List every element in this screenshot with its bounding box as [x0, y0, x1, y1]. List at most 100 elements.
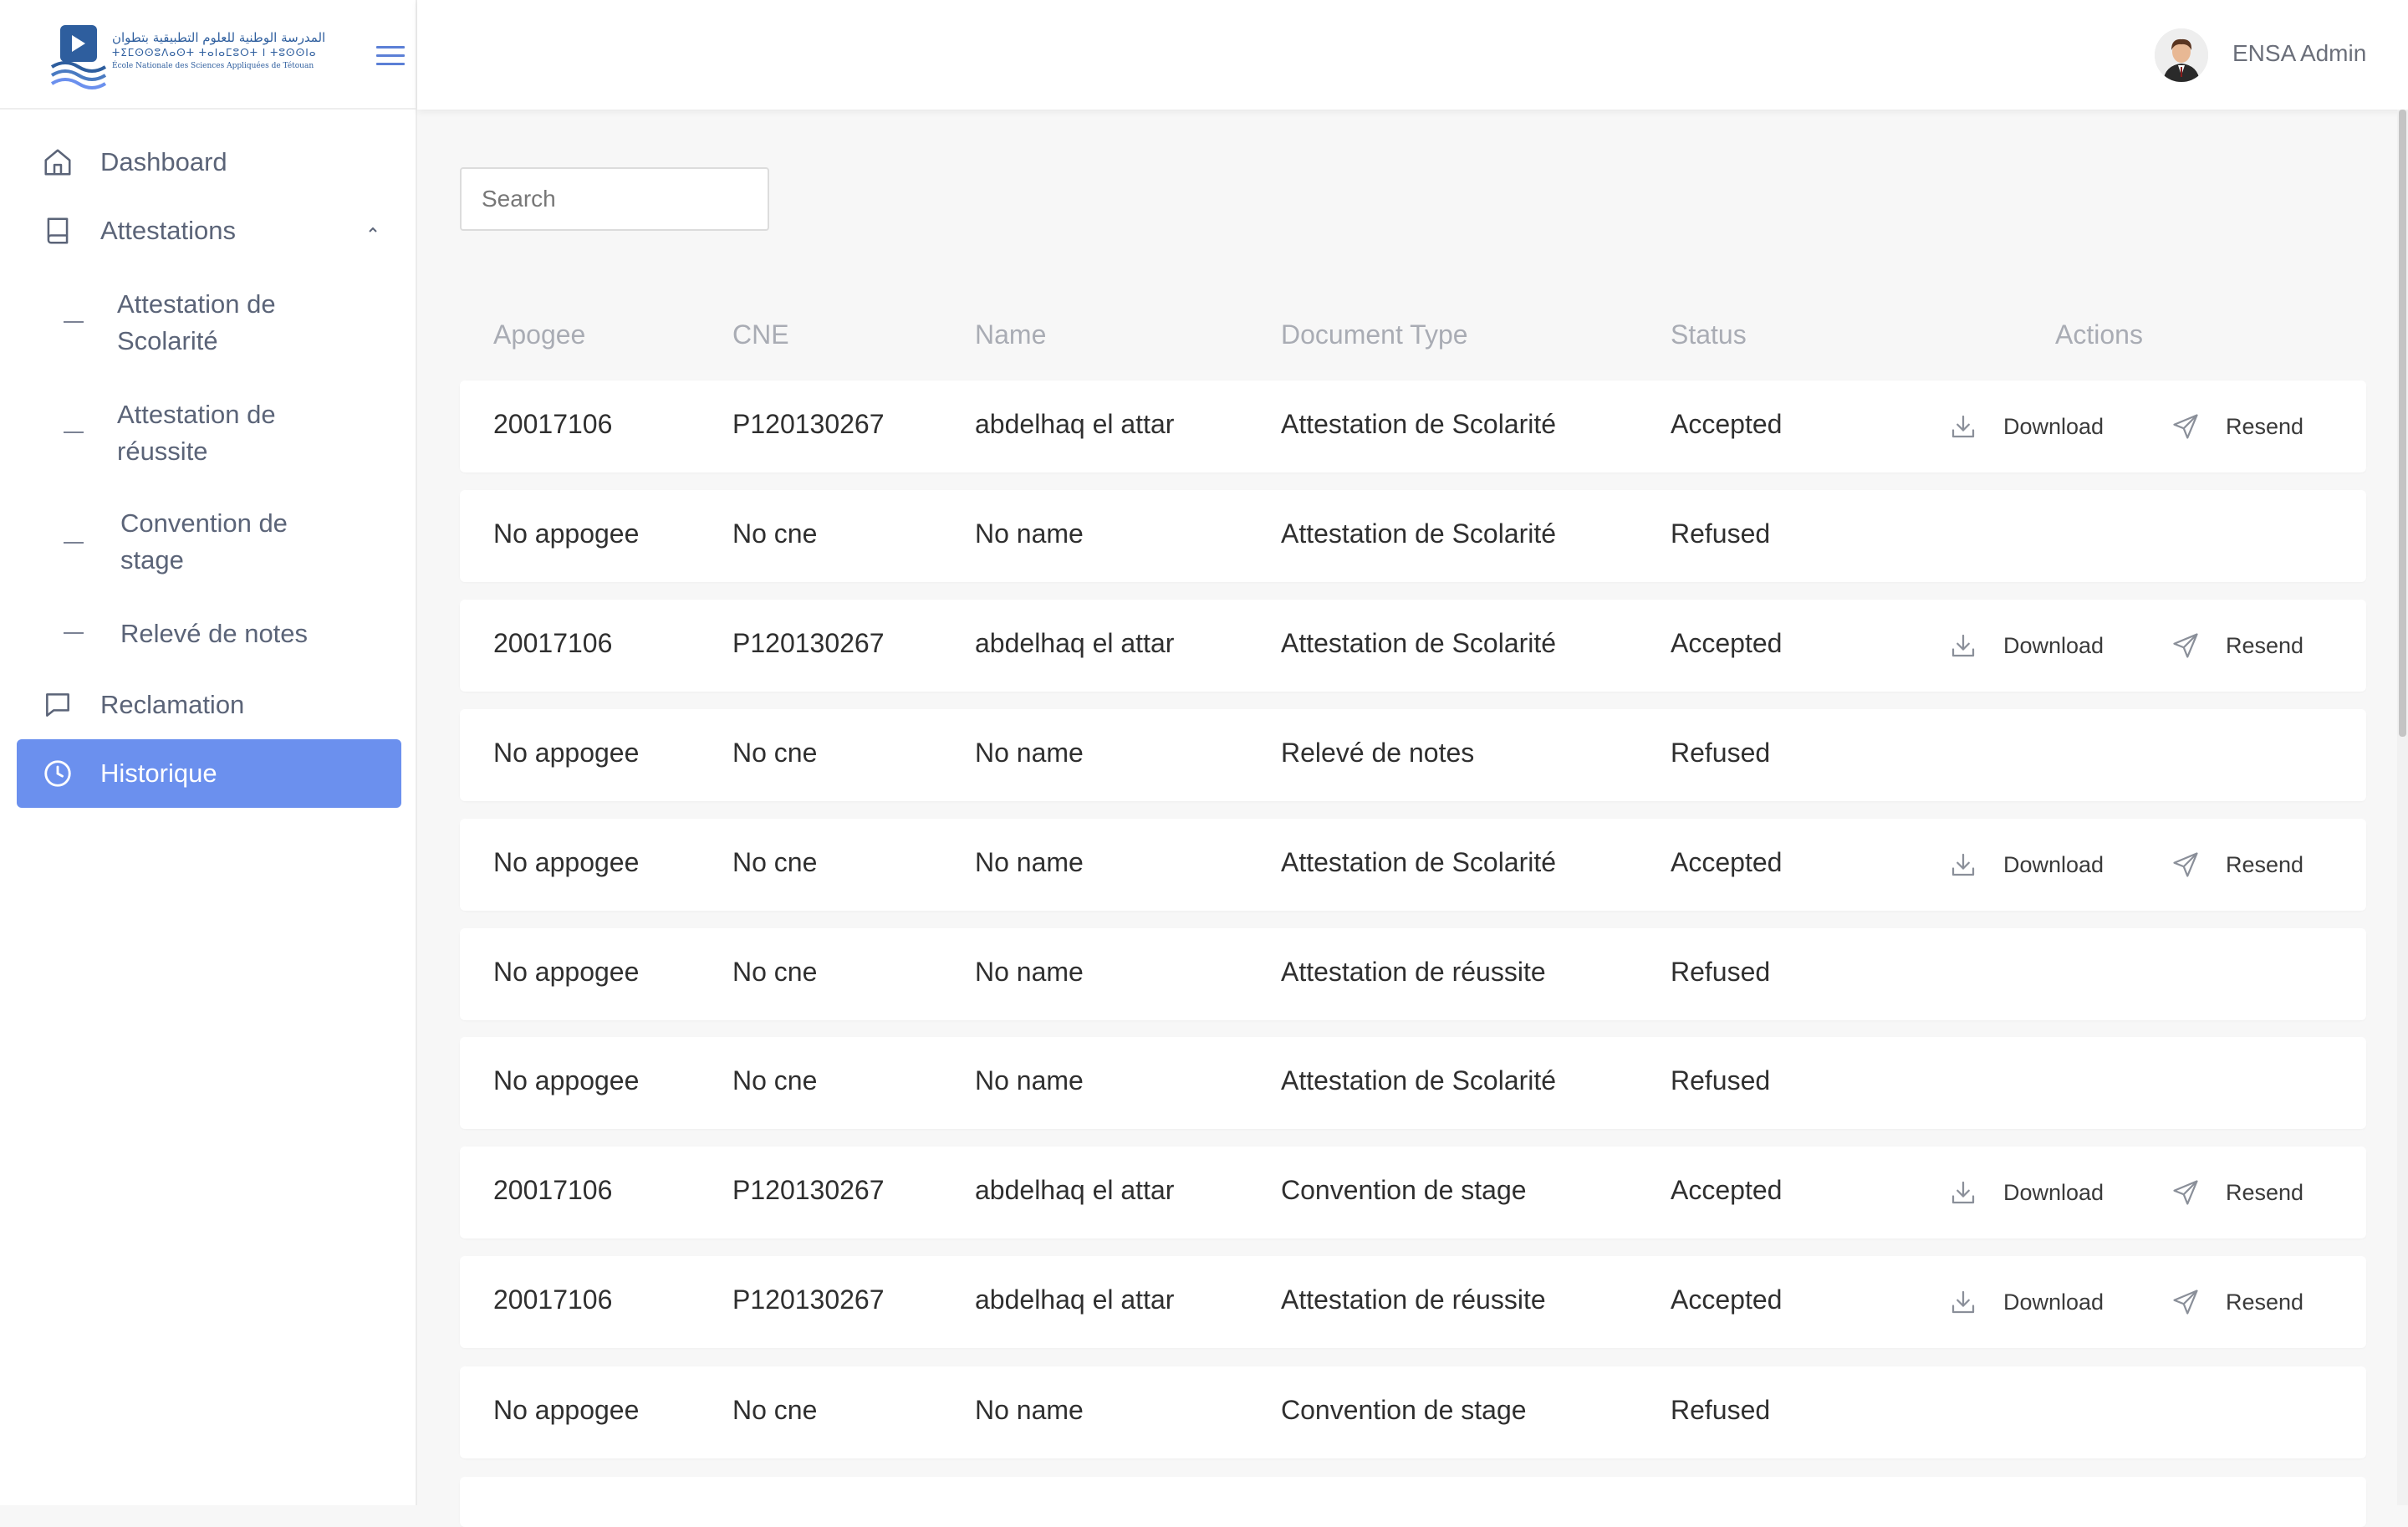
resend-label: Resend	[2226, 413, 2304, 439]
dash-icon	[64, 432, 84, 433]
download-label: Download	[2003, 851, 2104, 877]
table-row-partial	[460, 1477, 2366, 1527]
avatar[interactable]	[2155, 28, 2208, 82]
download-label: Download	[2003, 632, 2104, 658]
cell-apogee: No appogee	[493, 518, 640, 549]
cell-apogee: No appogee	[493, 847, 640, 877]
cell-status: Refused	[1671, 738, 1771, 768]
table-row: 20017106 P120130267 abdelhaq el attar Attes…	[460, 380, 2366, 472]
cell-name: abdelhaq el attar	[975, 1175, 1175, 1205]
chat-icon	[46, 693, 69, 717]
sidebar-subitem-label: Convention de stage	[120, 508, 288, 575]
download-icon	[1951, 634, 1975, 657]
resend-label: Resend	[2226, 851, 2304, 877]
sidebar-item-attestations[interactable]: Attestations	[17, 197, 401, 265]
cell-cne: No cne	[732, 957, 818, 987]
book-icon	[47, 217, 69, 244]
download-button[interactable]: Download	[1948, 625, 2104, 666]
cell-cne: P120130267	[732, 409, 885, 439]
download-label: Download	[2003, 413, 2104, 439]
cell-apogee: 20017106	[493, 1175, 613, 1205]
send-icon	[2173, 1180, 2198, 1205]
download-icon	[1951, 415, 1975, 438]
cell-document-type: Convention de stage	[1281, 1395, 1527, 1425]
resend-button[interactable]: Resend	[2171, 625, 2303, 666]
resend-button[interactable]: Resend	[2171, 406, 2303, 447]
send-icon	[2173, 633, 2198, 658]
table-row: 20017106 P120130267 abdelhaq el attar Attes…	[460, 600, 2366, 692]
sidebar-item-label: Dashboard	[100, 147, 227, 176]
sidebar-item-label: Historique	[100, 758, 217, 788]
cell-status: Accepted	[1671, 409, 1783, 439]
sidebar-item-label: Attestations	[100, 216, 236, 245]
sidebar-item-historique[interactable]: Historique	[17, 739, 401, 808]
download-button[interactable]: Download	[1948, 844, 2104, 886]
sidebar-subitem-attestation-reussite[interactable]: Attestation de réussite	[17, 396, 401, 473]
cell-status: Refused	[1671, 1395, 1771, 1425]
sidebar-item-dashboard[interactable]: Dashboard	[17, 128, 401, 197]
cell-name: No name	[975, 1395, 1084, 1425]
send-icon	[2173, 1290, 2198, 1315]
download-label: Download	[2003, 1179, 2104, 1205]
sidebar-item-reclamation[interactable]: Reclamation	[17, 671, 401, 739]
cell-name: No name	[975, 738, 1084, 768]
column-header-status: Status	[1671, 319, 1747, 350]
cell-name: abdelhaq el attar	[975, 409, 1175, 439]
download-button[interactable]: Download	[1948, 1172, 2104, 1213]
resend-button[interactable]: Resend	[2171, 844, 2303, 886]
cell-apogee: 20017106	[493, 628, 613, 658]
download-label: Download	[2003, 1289, 2104, 1315]
cell-name: No name	[975, 1065, 1084, 1095]
sidebar-subitem-releve-notes[interactable]: Relevé de notes	[17, 615, 401, 652]
scrollbar-thumb[interactable]	[2399, 110, 2406, 737]
cell-cne: No cne	[732, 1065, 818, 1095]
search-input[interactable]	[460, 167, 769, 231]
column-header-name: Name	[975, 319, 1047, 350]
cell-apogee: No appogee	[493, 957, 640, 987]
cell-cne: No cne	[732, 738, 818, 768]
cell-document-type: Attestation de Scolarité	[1281, 409, 1557, 439]
logo-arabic-text: المدرسة الوطنية للعلوم التطبيقية بتطوان	[112, 30, 326, 45]
cell-name: No name	[975, 847, 1084, 877]
cell-document-type: Attestation de Scolarité	[1281, 628, 1557, 658]
clock-icon	[44, 760, 71, 787]
download-button[interactable]: Download	[1948, 1281, 2104, 1323]
cell-apogee: 20017106	[493, 1284, 613, 1315]
table-header: Apogee CNE Name Document Type Status Act…	[460, 319, 2366, 353]
cell-document-type: Attestation de réussite	[1281, 1284, 1546, 1315]
sidebar-subitem-convention-stage[interactable]: Convention de stage	[17, 505, 401, 582]
ensa-logo[interactable]: المدرسة الوطنية للعلوم التطبيقية بتطوان …	[47, 22, 325, 90]
column-header-apogee: Apogee	[493, 319, 586, 350]
cell-status: Refused	[1671, 957, 1771, 987]
brand-header: المدرسة الوطنية للعلوم التطبيقية بتطوان …	[0, 0, 416, 110]
sidebar: المدرسة الوطنية للعلوم التطبيقية بتطوان …	[0, 0, 417, 1505]
cell-status: Accepted	[1671, 628, 1783, 658]
cell-cne: No cne	[732, 518, 818, 549]
cell-cne: P120130267	[732, 1175, 885, 1205]
cell-status: Accepted	[1671, 847, 1783, 877]
chevron-up-icon[interactable]	[365, 222, 381, 238]
cell-name: No name	[975, 518, 1084, 549]
resend-button[interactable]: Resend	[2171, 1172, 2303, 1213]
cell-document-type: Attestation de Scolarité	[1281, 1065, 1557, 1095]
cell-cne: No cne	[732, 1395, 818, 1425]
resend-button[interactable]: Resend	[2171, 1281, 2303, 1323]
cell-document-type: Attestation de Scolarité	[1281, 518, 1557, 549]
sidebar-subitem-attestation-scolarite[interactable]: Attestation de Scolarité	[17, 286, 401, 363]
send-icon	[2173, 414, 2198, 439]
cell-cne: P120130267	[732, 628, 885, 658]
cell-cne: P120130267	[732, 1284, 885, 1315]
table-row: No appogee No cne No name Convention de sta…	[460, 1366, 2366, 1458]
dash-icon	[64, 632, 84, 634]
username-label[interactable]: ENSA Admin	[2232, 40, 2366, 67]
sidebar-subitem-label: Relevé de notes	[120, 619, 309, 648]
cell-status: Accepted	[1671, 1175, 1783, 1205]
cell-document-type: Attestation de réussite	[1281, 957, 1546, 987]
home-icon	[44, 149, 71, 176]
cell-name: abdelhaq el attar	[975, 628, 1175, 658]
download-icon	[1951, 1181, 1975, 1204]
menu-toggle-icon[interactable]	[376, 46, 405, 66]
user-avatar-icon	[2155, 28, 2208, 82]
cell-apogee: No appogee	[493, 1395, 640, 1425]
download-button[interactable]: Download	[1948, 406, 2104, 447]
